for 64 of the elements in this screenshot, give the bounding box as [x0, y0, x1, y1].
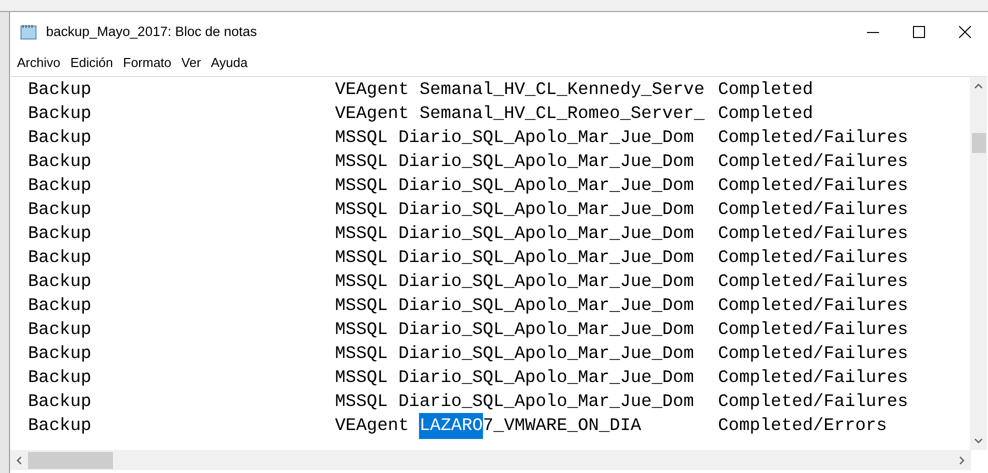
menu-item[interactable]: Edición — [65, 53, 118, 73]
job-name: MSSQL Diario_SQL_Apolo_Mar_Jue_Dom — [335, 198, 694, 222]
job-name: 7_VMWARE_ON_DIA — [482, 414, 642, 438]
menu-item[interactable]: Formato — [118, 53, 176, 73]
text-line-label: Backup — [28, 174, 92, 198]
job-name: MSSQL Diario_SQL_Apolo_Mar_Jue_Dom — [335, 366, 694, 390]
text-line-label: Backup — [28, 78, 92, 102]
text-line-label: Backup — [28, 198, 92, 222]
text-line-label: Backup — [28, 318, 92, 342]
job-name: MSSQL Diario_SQL_Apolo_Mar_Jue_Dom — [335, 222, 694, 246]
job-name: MSSQL Diario_SQL_Apolo_Mar_Jue_Dom — [335, 174, 694, 198]
job-status: Completed/Failures — [718, 174, 908, 198]
job-name: VEAgent Semanal_HV_CL_Kennedy_Serve — [335, 78, 705, 102]
scroll-left-icon — [16, 456, 22, 464]
maximize-icon — [913, 26, 925, 38]
job-status: Completed/Failures — [718, 198, 908, 222]
text-line-label: Backup — [28, 390, 92, 414]
job-name: MSSQL Diario_SQL_Apolo_Mar_Jue_Dom — [335, 390, 694, 414]
job-status: Completed/Failures — [718, 294, 908, 318]
job-status: Completed — [718, 78, 814, 102]
menu-item[interactable]: Archivo — [12, 53, 66, 73]
job-status: Completed/Failures — [718, 366, 908, 390]
menu-item[interactable]: Ver — [176, 53, 206, 73]
job-status: Completed — [718, 102, 814, 126]
job-status: Completed/Failures — [718, 342, 908, 366]
menu-item[interactable]: Ayuda — [206, 53, 253, 73]
job-status: Completed/Failures — [718, 150, 908, 174]
job-status: Completed/Errors — [718, 414, 887, 438]
text-line-label: Backup — [28, 366, 92, 390]
job-name: MSSQL Diario_SQL_Apolo_Mar_Jue_Dom — [335, 342, 694, 366]
job-status: Completed/Failures — [718, 246, 908, 270]
window-title: backup_Mayo_2017: Bloc de notas — [46, 22, 257, 41]
job-name: MSSQL Diario_SQL_Apolo_Mar_Jue_Dom — [335, 318, 694, 342]
job-name: VEAgent — [335, 414, 410, 438]
text-line-label: Backup — [28, 150, 92, 174]
job-name: MSSQL Diario_SQL_Apolo_Mar_Jue_Dom — [335, 150, 694, 174]
text-line-label: Backup — [28, 246, 92, 270]
scroll-up-icon — [974, 83, 983, 89]
text-line-label: Backup — [28, 414, 92, 438]
text-line-label: Backup — [28, 294, 92, 318]
scroll-thumb[interactable] — [972, 133, 986, 153]
selected-text: LAZARO — [419, 412, 483, 440]
text-line-label: Backup — [28, 222, 92, 246]
job-name: MSSQL Diario_SQL_Apolo_Mar_Jue_Dom — [335, 270, 694, 294]
job-status: Completed/Failures — [718, 270, 908, 294]
job-name: VEAgent Semanal_HV_CL_Romeo_Server_ — [335, 102, 705, 126]
scroll-thumb[interactable] — [28, 452, 113, 468]
job-status: Completed/Failures — [718, 390, 908, 414]
scroll-right-icon — [959, 456, 965, 464]
job-name: MSSQL Diario_SQL_Apolo_Mar_Jue_Dom — [335, 294, 694, 318]
scroll-down-icon — [974, 438, 983, 444]
horizontal-scrollbar[interactable] — [10, 450, 971, 470]
text-line-label: Backup — [28, 342, 92, 366]
vertical-scrollbar[interactable] — [970, 77, 987, 450]
text-line-label: Backup — [28, 270, 92, 294]
text-line-label: Backup — [28, 126, 92, 150]
job-status: Completed/Failures — [718, 318, 908, 342]
text-line-label: Backup — [28, 102, 92, 126]
job-name: MSSQL Diario_SQL_Apolo_Mar_Jue_Dom — [335, 126, 694, 150]
close-icon — [959, 26, 971, 38]
job-name: MSSQL Diario_SQL_Apolo_Mar_Jue_Dom — [335, 246, 694, 270]
notepad-icon — [20, 24, 38, 40]
job-status: Completed/Failures — [718, 222, 908, 246]
job-status: Completed/Failures — [718, 126, 908, 150]
